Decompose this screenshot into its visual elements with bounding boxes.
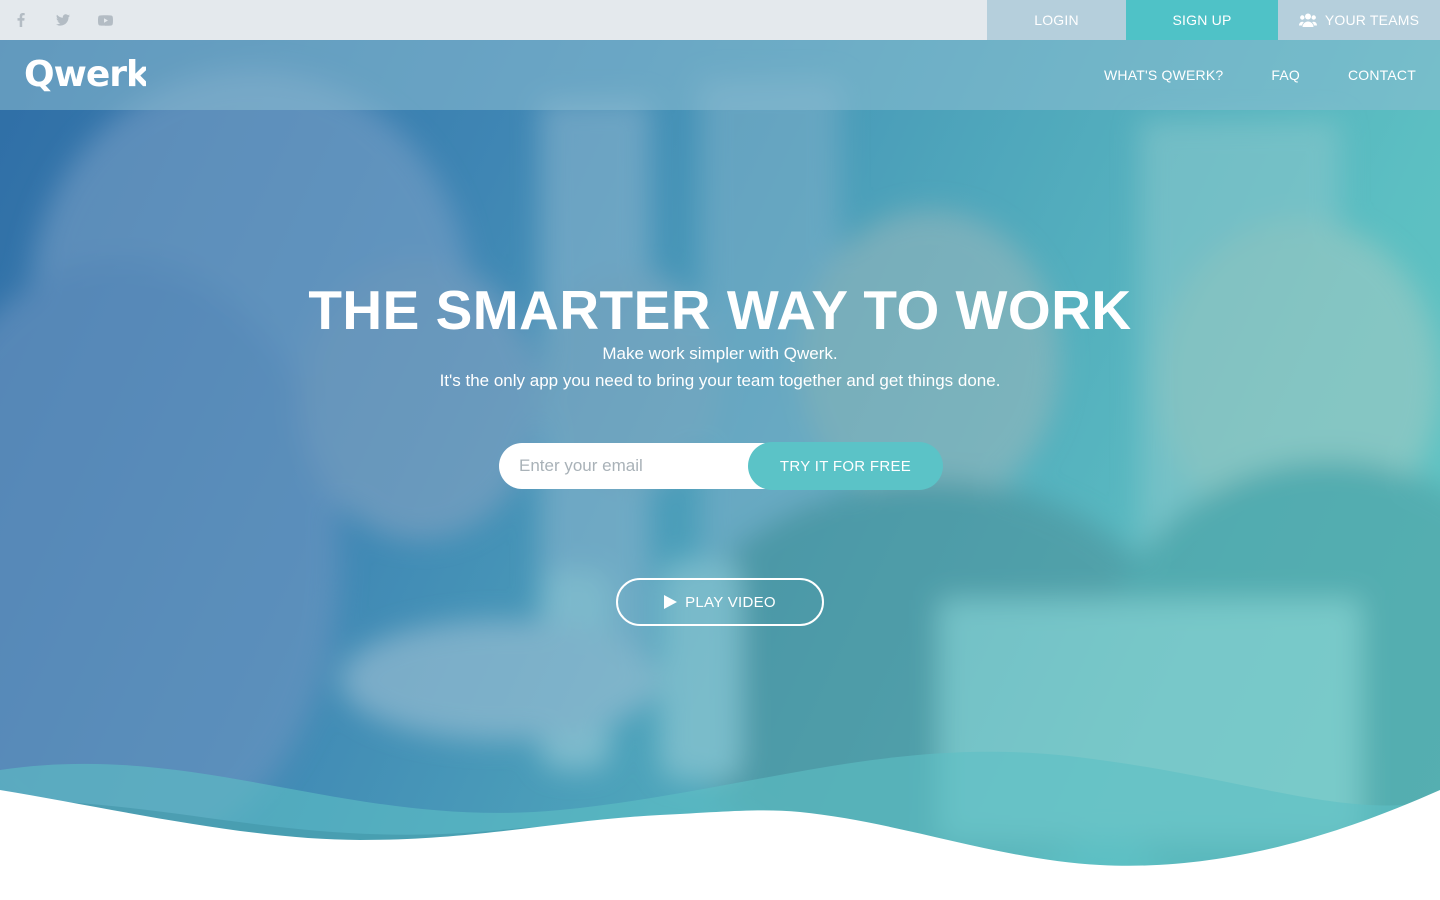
try-for-free-button[interactable]: TRY IT FOR FREE: [748, 442, 943, 490]
hero-subtitle-line1: Make work simpler with Qwerk.: [602, 344, 838, 363]
facebook-icon[interactable]: [10, 9, 32, 31]
top-utility-bar: LOGIN SIGN UP YOUR TEAMS: [0, 0, 1440, 40]
play-video-label: PLAY VIDEO: [685, 593, 776, 611]
play-video-button[interactable]: PLAY VIDEO: [616, 578, 824, 626]
logo-wordmark: Qwerk: [24, 54, 146, 95]
main-navbar: Qwerk WHAT'S QWERK? FAQ CONTACT: [0, 40, 1440, 110]
main-nav: WHAT'S QWERK? FAQ CONTACT: [1056, 40, 1416, 110]
play-icon: [664, 595, 685, 609]
hero-section: Qwerk WHAT'S QWERK? FAQ CONTACT THE SMAR…: [0, 40, 1440, 900]
signup-link[interactable]: SIGN UP: [1126, 0, 1278, 40]
account-links: LOGIN SIGN UP YOUR TEAMS: [987, 0, 1440, 40]
users-icon: [1298, 13, 1325, 27]
youtube-icon[interactable]: [94, 9, 116, 31]
twitter-icon[interactable]: [52, 9, 74, 31]
email-signup-form: TRY IT FOR FREE: [499, 442, 943, 490]
hero-subtitle-line2: It's the only app you need to bring your…: [439, 371, 1001, 390]
your-teams-label: YOUR TEAMS: [1324, 12, 1420, 28]
hero-title: THE SMARTER WAY TO WORK: [308, 279, 1132, 341]
nav-item-faq[interactable]: FAQ: [1271, 67, 1300, 83]
your-teams-link[interactable]: YOUR TEAMS: [1278, 0, 1440, 40]
login-link[interactable]: LOGIN: [987, 0, 1126, 40]
qwerk-logo[interactable]: Qwerk: [24, 54, 152, 101]
nav-item-whats-qwerk[interactable]: WHAT'S QWERK?: [1104, 67, 1223, 83]
nav-item-contact[interactable]: CONTACT: [1348, 67, 1416, 83]
social-links: [10, 0, 136, 40]
wave-divider: [0, 751, 1440, 900]
